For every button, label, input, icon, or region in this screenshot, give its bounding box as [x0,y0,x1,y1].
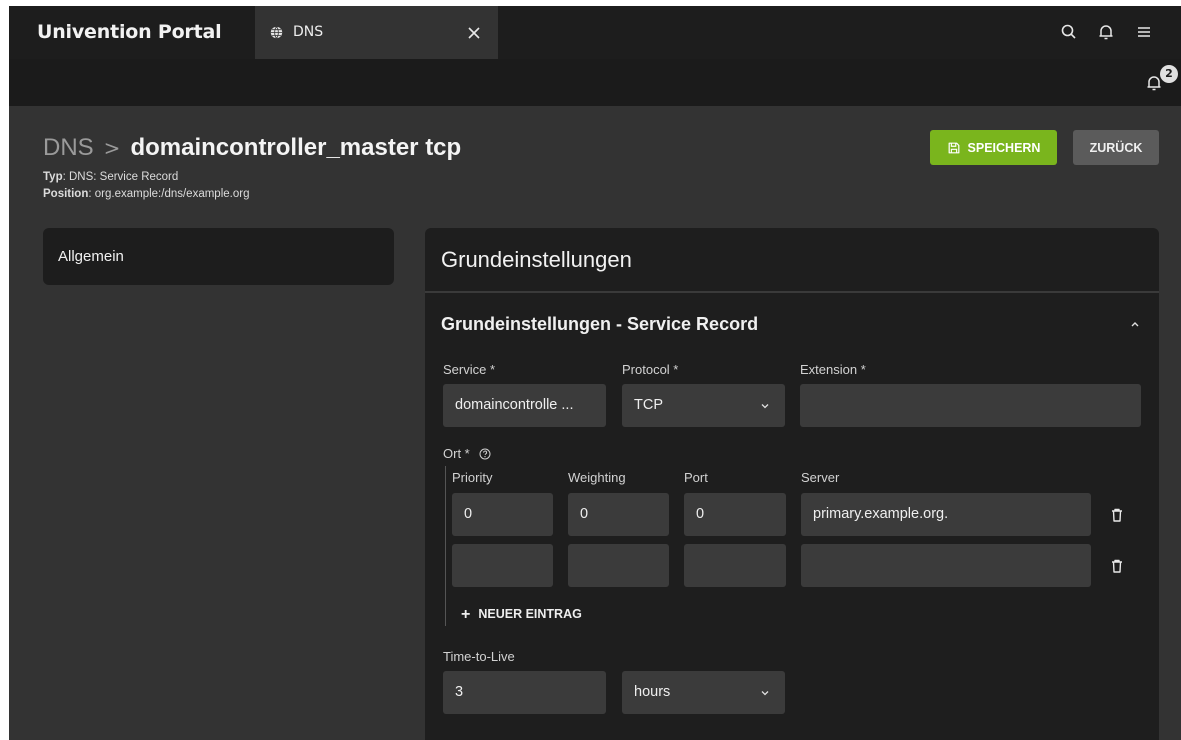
save-button[interactable]: SPEICHERN [930,130,1057,165]
weighting-column-label: Weighting [568,470,626,485]
close-icon[interactable] [465,24,483,42]
notification-bar: 2 [9,59,1181,106]
type-value: : DNS: Service Record [62,171,179,183]
menu-icon[interactable] [1134,22,1154,42]
position-label: Position [43,188,89,200]
server-input[interactable] [801,544,1091,587]
page-title: domaincontroller_master tcp [130,134,462,161]
position-value: : org.example:/dns/example.org [88,188,250,200]
breadcrumb-root[interactable]: DNS [43,134,94,161]
breadcrumb-separator: > [103,136,121,160]
help-icon[interactable] [479,448,491,460]
type-label: Typ [43,171,63,183]
protocol-value: TCP [634,397,663,413]
trash-icon[interactable] [1109,507,1125,523]
tab-dns[interactable]: DNS [255,6,498,59]
protocol-label: Protocol * [622,362,679,377]
top-bar: Univention Portal DNS [9,6,1181,59]
service-field[interactable]: domaincontrolle ... [443,384,606,427]
priority-column-label: Priority [452,470,493,485]
service-label: Service * [443,362,496,377]
back-button[interactable]: ZURÜCK [1073,130,1159,165]
search-icon[interactable] [1059,22,1079,42]
ttl-label: Time-to-Live [443,649,515,664]
floppy-disk-icon [948,142,959,153]
protocol-select[interactable]: TCP [622,384,785,427]
chevron-down-icon [761,404,769,409]
trash-icon[interactable] [1109,558,1125,574]
breadcrumb: DNS > domaincontroller_master tcp [43,131,461,163]
sidebar-item-allgemein[interactable]: Allgemein [58,228,124,285]
add-entry-button[interactable]: + NEUER EINTRAG [461,604,582,624]
chevron-up-icon[interactable] [1125,314,1145,334]
server-input[interactable]: primary.example.org. [801,493,1091,536]
port-column-label: Port [684,470,708,485]
priority-input[interactable]: 0 [452,493,553,536]
card-title: Grundeinstellungen [441,247,632,272]
tab-label: DNS [293,24,324,40]
object-position: Position: org.example:/dns/example.org [43,188,249,200]
bell-icon[interactable] [1096,22,1116,42]
back-button-label: ZURÜCK [1089,140,1143,155]
save-button-label: SPEICHERN [967,140,1041,155]
add-entry-label: NEUER EINTRAG [478,607,582,621]
portal-title[interactable]: Univention Portal [37,6,222,59]
priority-input[interactable] [452,544,553,587]
server-column-label: Server [801,470,840,485]
globe-icon [270,26,283,39]
weighting-input[interactable]: 0 [568,493,669,536]
notification-count-badge: 2 [1160,65,1178,83]
divider [425,291,1159,293]
settings-card: Grundeinstellungen Grundeinstellungen - … [425,228,1159,740]
extension-label: Extension * [800,362,866,377]
location-label: Ort * [443,446,491,461]
port-input[interactable] [684,544,786,587]
location-group-bar [445,466,446,626]
ttl-unit-value: hours [634,684,671,700]
location-label-text: Ort * [443,446,470,461]
plus-icon: + [461,606,471,623]
extension-field[interactable] [800,384,1141,427]
ttl-input[interactable]: 3 [443,671,606,714]
section-title: Grundeinstellungen - Service Record [441,314,759,334]
port-input[interactable]: 0 [684,493,786,536]
chevron-down-icon [761,691,769,696]
side-navigation: Allgemein [43,228,394,285]
ttl-unit-select[interactable]: hours [622,671,785,714]
object-type: Typ: DNS: Service Record [43,171,178,183]
app-window: Univention Portal DNS 2 DNS > domaincont… [9,6,1181,740]
weighting-input[interactable] [568,544,669,587]
